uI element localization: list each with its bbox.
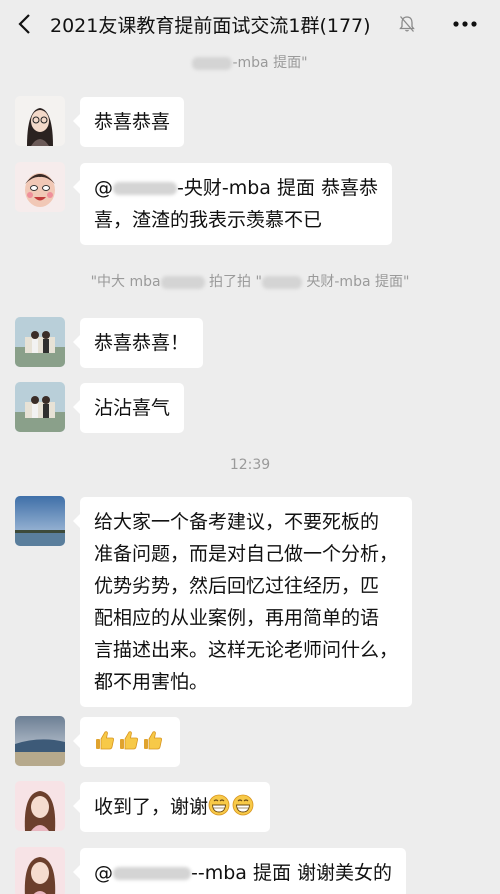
chat-header: 2021友课教育提前面试交流1群(177) (0, 0, 500, 50)
message-bubble[interactable]: 沾沾喜气 (72, 383, 185, 433)
grin-icon (232, 794, 254, 816)
message-bubble[interactable]: 恭喜恭喜 (72, 97, 185, 147)
redacted-name (113, 182, 177, 195)
avatar[interactable] (15, 162, 65, 212)
thumbs-up-icon (144, 731, 162, 750)
avatar-couple-photo-icon (15, 317, 65, 367)
message-bubble[interactable]: 收到了，谢谢 (72, 782, 271, 832)
avatar-woman-portrait-icon (15, 847, 65, 894)
avatar-couple-photo-icon (15, 382, 65, 432)
avatar-woman-portrait-icon (15, 781, 65, 831)
message-bubble[interactable]: 给大家一个备考建议，不要死板的 准备问题，而是对自己做一个分析， 优势劣势，然后… (72, 497, 413, 707)
avatar[interactable] (15, 781, 65, 831)
timestamp: 12:39 (229, 457, 271, 473)
redacted-name (261, 275, 302, 289)
message-bubble[interactable] (73, 717, 180, 767)
avatar-sky-landscape-icon (15, 496, 65, 546)
avatar[interactable] (15, 382, 65, 432)
message-bubble[interactable]: 恭喜恭喜！ (72, 318, 204, 368)
avatar[interactable] (15, 716, 65, 766)
avatar[interactable] (15, 317, 65, 367)
avatar-cartoon-face-icon (15, 162, 65, 212)
more-options-icon[interactable] (452, 16, 478, 32)
avatar[interactable] (15, 96, 65, 146)
avatar[interactable] (15, 847, 65, 894)
redacted-name (192, 56, 233, 70)
redacted-name (160, 275, 205, 289)
thumbs-up-icon (120, 731, 138, 750)
redacted-name (113, 867, 191, 880)
chat-title: 2021友课教育提前面试交流1群(177) (50, 15, 371, 37)
mute-bell-icon (399, 16, 415, 32)
grin-icon (208, 794, 230, 816)
message-bubble[interactable]: @ --mba 提面 谢谢美女的 (72, 848, 407, 894)
avatar-seascape-icon (15, 716, 65, 766)
thumbs-up-icon (96, 731, 114, 750)
message-bubble[interactable]: @ -央财-mba 提面 恭喜恭 喜，渣渣的我表示羡慕不已 (72, 163, 393, 245)
back-arrow-icon[interactable] (14, 12, 38, 36)
system-message: -mba 提面" (0, 52, 500, 72)
pat-system-message: "中大 mba 拍了拍 " 央财-mba 提面" (90, 274, 410, 290)
avatar-woman-glasses-icon (15, 96, 65, 146)
avatar[interactable] (15, 496, 65, 546)
